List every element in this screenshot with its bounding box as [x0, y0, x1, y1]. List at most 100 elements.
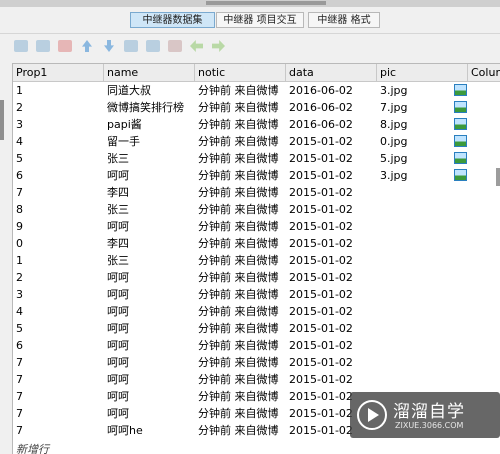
cell-pic[interactable]: 3.jpg: [377, 82, 453, 99]
cell-name[interactable]: 同道大叔: [104, 82, 195, 99]
cell-prop1[interactable]: 8: [13, 201, 104, 218]
cell-pic[interactable]: [377, 371, 453, 388]
cell-notic[interactable]: 分钟前 来自微博: [195, 371, 286, 388]
cell-name[interactable]: 呵呵: [104, 405, 195, 422]
cell-pic[interactable]: [377, 303, 453, 320]
cell-notic[interactable]: 分钟前 来自微博: [195, 150, 286, 167]
cell-prop1[interactable]: 3: [13, 116, 104, 133]
top-scrollbar[interactable]: [0, 0, 500, 7]
cell-name[interactable]: 呵呵: [104, 286, 195, 303]
cell-name[interactable]: 呵呵: [104, 269, 195, 286]
cell-name[interactable]: papi酱: [104, 116, 195, 133]
cell-prop1[interactable]: 4: [13, 303, 104, 320]
cell-notic[interactable]: 分钟前 来自微博: [195, 388, 286, 405]
cell-prop1[interactable]: 6: [13, 337, 104, 354]
cell-prop1[interactable]: 7: [13, 422, 104, 439]
cell-name[interactable]: 李四: [104, 235, 195, 252]
insert-row-icon[interactable]: [14, 40, 28, 52]
cell-pic[interactable]: [377, 286, 453, 303]
cell-prop1[interactable]: 3: [13, 286, 104, 303]
cell-name[interactable]: 张三: [104, 252, 195, 269]
move-left-icon[interactable]: [190, 40, 203, 52]
column-header-data[interactable]: data: [286, 64, 377, 81]
cell-name[interactable]: 呵呵: [104, 337, 195, 354]
column-header-pic[interactable]: pic: [377, 64, 468, 81]
move-up-icon[interactable]: [82, 40, 92, 52]
table-row[interactable]: 0 李四 分钟前 来自微博 2015-01-02: [13, 235, 500, 252]
cell-pic[interactable]: 7.jpg: [377, 99, 453, 116]
table-row[interactable]: 6 呵呵 分钟前 来自微博 2015-01-02: [13, 337, 500, 354]
cell-data[interactable]: 2015-01-02: [286, 269, 377, 286]
cell-pic[interactable]: 0.jpg: [377, 133, 453, 150]
cell-pic[interactable]: 8.jpg: [377, 116, 453, 133]
move-right-icon[interactable]: [212, 40, 225, 52]
table-row[interactable]: 1 张三 分钟前 来自微博 2015-01-02: [13, 252, 500, 269]
cell-data[interactable]: 2015-01-02: [286, 286, 377, 303]
cell-pic[interactable]: [377, 354, 453, 371]
cell-pic[interactable]: [377, 337, 453, 354]
cell-data[interactable]: 2016-06-02: [286, 99, 377, 116]
table-row[interactable]: 5 呵呵 分钟前 来自微博 2015-01-02: [13, 320, 500, 337]
cell-notic[interactable]: 分钟前 来自微博: [195, 99, 286, 116]
table-row[interactable]: 9 呵呵 分钟前 来自微博 2015-01-02: [13, 218, 500, 235]
cell-pic[interactable]: [377, 320, 453, 337]
cell-data[interactable]: 2015-01-02: [286, 201, 377, 218]
table-row[interactable]: 4 留一手 分钟前 来自微博 2015-01-02 0.jpg: [13, 133, 500, 150]
cell-data[interactable]: 2015-01-02: [286, 320, 377, 337]
cell-prop1[interactable]: 7: [13, 388, 104, 405]
cell-name[interactable]: 李四: [104, 184, 195, 201]
cell-prop1[interactable]: 2: [13, 269, 104, 286]
cell-prop1[interactable]: 4: [13, 133, 104, 150]
table-row[interactable]: 6 呵呵 分钟前 来自微博 2015-01-02 3.jpg: [13, 167, 500, 184]
cell-pic[interactable]: [377, 201, 453, 218]
insert-column-after-icon[interactable]: [146, 40, 160, 52]
cell-name[interactable]: 留一手: [104, 133, 195, 150]
move-down-icon[interactable]: [104, 40, 114, 52]
tab-repeater-format[interactable]: 中继器 格式: [308, 12, 380, 28]
table-row[interactable]: 3 papi酱 分钟前 来自微博 2016-06-02 8.jpg: [13, 116, 500, 133]
cell-prop1[interactable]: 6: [13, 167, 104, 184]
cell-name[interactable]: 呵呵: [104, 218, 195, 235]
cell-prop1[interactable]: 7: [13, 354, 104, 371]
cell-notic[interactable]: 分钟前 来自微博: [195, 116, 286, 133]
column-header-prop1[interactable]: Prop1: [13, 64, 104, 81]
table-row[interactable]: 8 张三 分钟前 来自微博 2015-01-02: [13, 201, 500, 218]
cell-name[interactable]: 呵呵: [104, 354, 195, 371]
cell-data[interactable]: 2015-01-02: [286, 150, 377, 167]
cell-notic[interactable]: 分钟前 来自微博: [195, 303, 286, 320]
cell-prop1[interactable]: 9: [13, 218, 104, 235]
top-scrollbar-thumb[interactable]: [206, 1, 326, 5]
cell-data[interactable]: 2015-01-02: [286, 184, 377, 201]
cell-notic[interactable]: 分钟前 来自微博: [195, 337, 286, 354]
cell-pic[interactable]: 3.jpg: [377, 167, 453, 184]
cell-data[interactable]: 2016-06-02: [286, 116, 377, 133]
cell-notic[interactable]: 分钟前 来自微博: [195, 201, 286, 218]
cell-data[interactable]: 2015-01-02: [286, 133, 377, 150]
table-row[interactable]: 5 张三 分钟前 来自微博 2015-01-02 5.jpg: [13, 150, 500, 167]
new-row-placeholder[interactable]: 新增行: [16, 441, 49, 454]
cell-prop1[interactable]: 7: [13, 371, 104, 388]
cell-data[interactable]: 2015-01-02: [286, 252, 377, 269]
cell-notic[interactable]: 分钟前 来自微博: [195, 82, 286, 99]
cell-notic[interactable]: 分钟前 来自微博: [195, 133, 286, 150]
cell-name[interactable]: 呵呵: [104, 371, 195, 388]
cell-pic[interactable]: 5.jpg: [377, 150, 453, 167]
cell-pic[interactable]: [377, 184, 453, 201]
cell-prop1[interactable]: 1: [13, 82, 104, 99]
cell-pic[interactable]: [377, 235, 453, 252]
cell-notic[interactable]: 分钟前 来自微博: [195, 184, 286, 201]
cell-prop1[interactable]: 5: [13, 150, 104, 167]
cell-notic[interactable]: 分钟前 来自微博: [195, 422, 286, 439]
cell-data[interactable]: 2015-01-02: [286, 167, 377, 184]
table-row[interactable]: 7 李四 分钟前 来自微博 2015-01-02: [13, 184, 500, 201]
cell-notic[interactable]: 分钟前 来自微博: [195, 405, 286, 422]
column-header-notic[interactable]: notic: [195, 64, 286, 81]
table-row[interactable]: 2 微博搞笑排行榜 分钟前 来自微博 2016-06-02 7.jpg: [13, 99, 500, 116]
cell-name[interactable]: 微博搞笑排行榜: [104, 99, 195, 116]
cell-name[interactable]: 张三: [104, 201, 195, 218]
table-row[interactable]: 3 呵呵 分钟前 来自微博 2015-01-02: [13, 286, 500, 303]
cell-pic[interactable]: [377, 269, 453, 286]
cell-notic[interactable]: 分钟前 来自微博: [195, 286, 286, 303]
table-row[interactable]: 4 呵呵 分钟前 来自微博 2015-01-02: [13, 303, 500, 320]
delete-row-icon[interactable]: [58, 40, 72, 52]
